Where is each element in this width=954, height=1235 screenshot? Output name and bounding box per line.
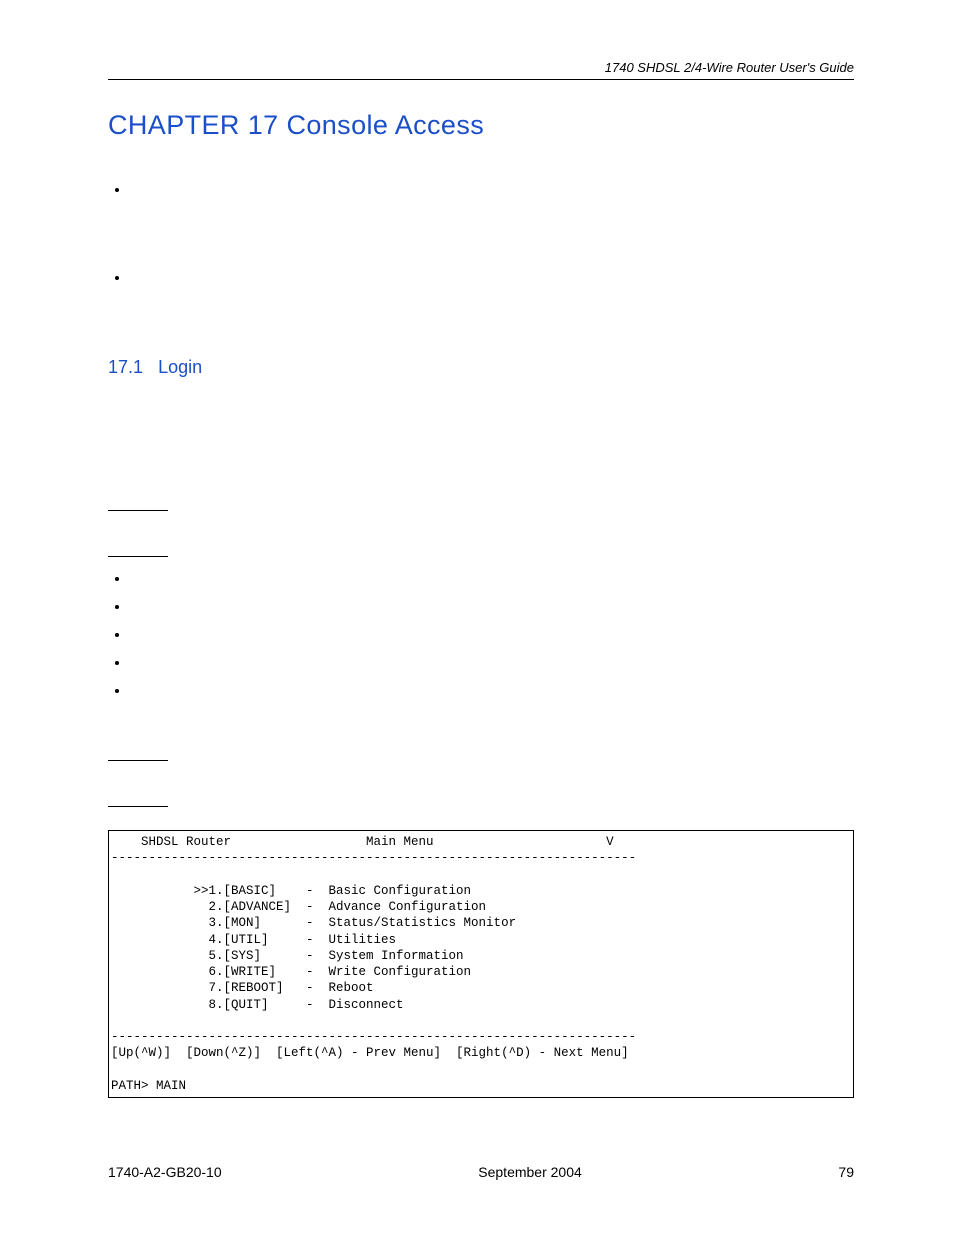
login-bullet-5	[130, 682, 854, 700]
page-footer: 1740-A2-GB20-10 September 2004 79	[108, 1164, 854, 1180]
footer-date: September 2004	[478, 1164, 582, 1180]
header-rule	[108, 79, 854, 80]
field-underline-2	[108, 542, 168, 557]
intro-bullets	[108, 181, 854, 287]
login-bullet-4	[130, 654, 854, 672]
terminal-screenshot: SHDSL Router Main Menu V ---------------…	[108, 830, 854, 1098]
field-underline-1	[108, 496, 168, 511]
section-title: Login	[158, 357, 202, 377]
footer-page-number: 79	[838, 1164, 854, 1180]
footer-doc-code: 1740-A2-GB20-10	[108, 1164, 222, 1180]
intro-bullet-1	[130, 181, 854, 199]
field-underline-4	[108, 792, 168, 807]
header-guide-title: 1740 SHDSL 2/4-Wire Router User's Guide	[108, 60, 854, 75]
login-bullet-3	[130, 626, 854, 644]
section-heading: 17.1 Login	[108, 357, 854, 378]
login-bullet-1	[130, 570, 854, 588]
login-bullets	[108, 570, 854, 700]
login-bullet-2	[130, 598, 854, 616]
field-underline-3	[108, 746, 168, 761]
section-number: 17.1	[108, 357, 143, 377]
intro-bullet-2	[130, 269, 854, 287]
chapter-title: CHAPTER 17 Console Access	[108, 110, 854, 141]
